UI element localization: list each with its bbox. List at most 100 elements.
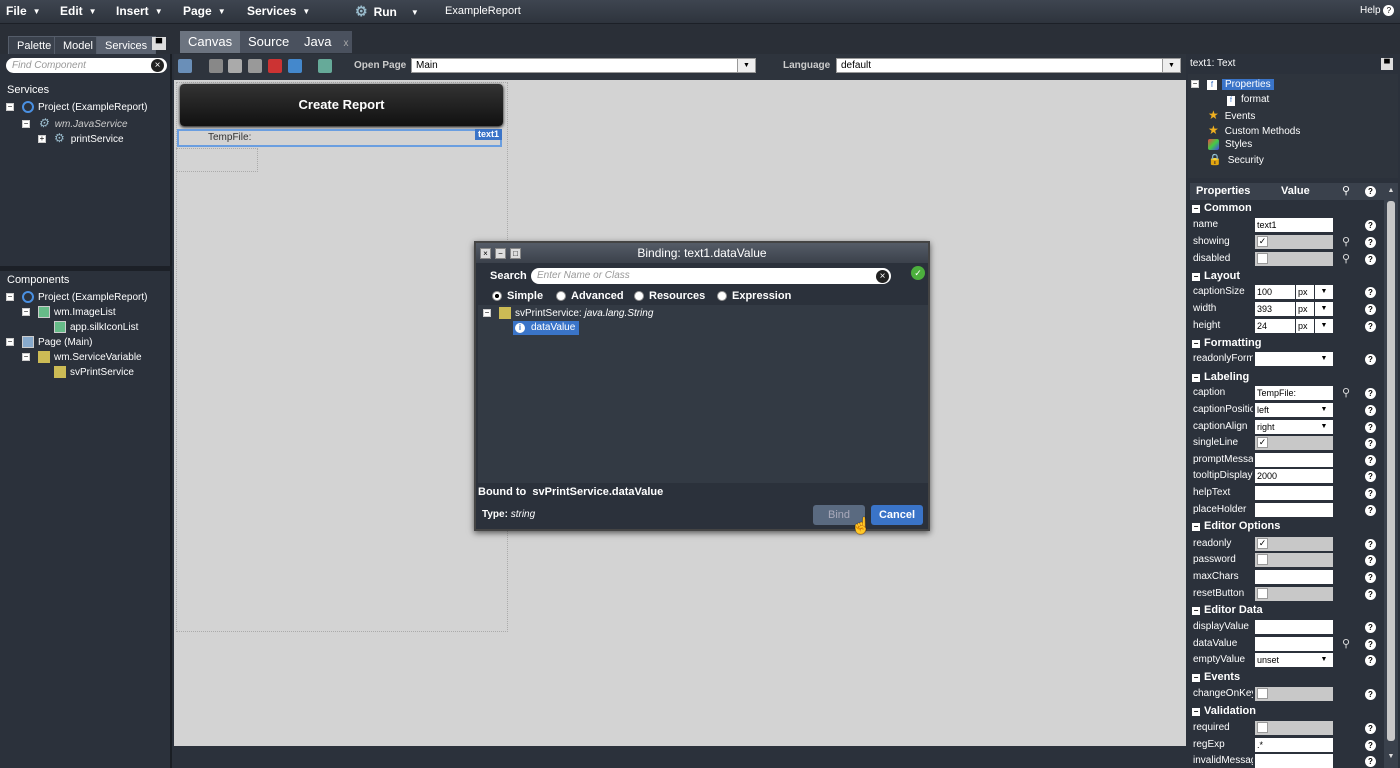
inspector-item-security[interactable]: 🔒 Security [1208,154,1264,167]
reset-button-checkbox[interactable] [1257,588,1268,599]
scroll-down-icon[interactable]: ▼ [1386,753,1396,763]
showing-checkbox[interactable]: ✓ [1257,236,1268,247]
help-icon[interactable]: ? [1365,488,1376,499]
collapse-icon[interactable]: − [22,353,30,362]
tree-item[interactable]: − wm.ServiceVariable [22,351,142,365]
collapse-icon[interactable]: − [22,308,30,317]
group-events[interactable]: − Events [1190,669,1358,685]
binding-tree[interactable]: − svPrintService: java.lang.String i dataV… [478,305,928,483]
mode-simple[interactable]: Simple [492,290,543,302]
help-icon[interactable]: ? [1365,740,1376,751]
tree-item[interactable]: + ⚙ printService [38,131,124,147]
binding-icon[interactable]: ⚲ [1339,235,1353,249]
delete-icon[interactable] [268,59,282,73]
collapse-icon[interactable]: − [483,309,491,318]
find-component-input[interactable]: Find Component [6,58,167,73]
tree-item[interactable]: − wm.ImageList [22,306,116,320]
display-value-field[interactable] [1255,620,1333,634]
help-icon[interactable]: ? [1365,471,1376,482]
caption-size-field[interactable]: 100 [1255,285,1295,299]
readonly-checkbox[interactable]: ✓ [1257,538,1268,549]
chevron-down-icon[interactable]: ▼ [1315,302,1333,316]
help-menu[interactable]: Help ? [1360,0,1395,24]
group-common[interactable]: − Common [1190,200,1358,216]
scrollbar-thumb[interactable] [1387,201,1395,741]
binding-icon[interactable]: ⚲ [1339,252,1353,266]
cut-icon[interactable] [209,59,223,73]
help-text-field[interactable] [1255,486,1333,500]
undo-icon[interactable] [288,59,302,73]
tree-item[interactable]: svPrintService [54,366,134,380]
help-icon[interactable]: ? [1365,304,1376,315]
menu-services[interactable]: Services ▼ [247,0,310,24]
menu-insert[interactable]: Insert ▼ [116,0,163,24]
help-icon[interactable]: ? [1365,186,1376,197]
binding-icon[interactable]: ⚲ [1339,386,1353,400]
help-icon[interactable]: ? [1365,405,1376,416]
password-checkbox[interactable] [1257,554,1268,565]
collapse-icon[interactable]: − [22,120,30,129]
paste-icon[interactable] [248,59,262,73]
single-line-checkbox[interactable]: ✓ [1257,437,1268,448]
scroll-up-icon[interactable]: ▲ [1386,187,1396,197]
mode-expression[interactable]: Expression [717,290,791,302]
height-field[interactable]: 24 [1255,319,1295,333]
collapse-icon[interactable]: − [1191,80,1199,89]
close-icon[interactable]: x [343,38,348,49]
tree-item[interactable]: − Project (ExampleReport) [6,101,147,115]
required-checkbox[interactable] [1257,722,1268,733]
help-icon[interactable]: ? [1365,639,1376,650]
help-icon[interactable]: ? [1365,220,1376,231]
properties-scrollbar[interactable]: ▲ ▼ [1384,183,1398,768]
collapse-icon[interactable]: − [6,293,14,302]
caption-field[interactable]: TempFile: [1255,386,1333,400]
unit-field[interactable]: px [1296,302,1314,316]
group-layout[interactable]: − Layout [1190,268,1358,284]
clear-search-icon[interactable]: × [876,270,889,283]
chevron-down-icon[interactable]: ▼ [1315,653,1333,667]
mode-resources[interactable]: Resources [634,290,705,302]
tab-model[interactable]: Model [54,36,102,56]
tree-item[interactable]: − ⚙ wm.JavaService [22,116,128,132]
tooltip-display-time-field[interactable]: 2000 [1255,469,1333,483]
text1-field[interactable]: TempFile: text1 [177,129,503,147]
minimize-icon[interactable]: − [495,248,506,259]
help-icon[interactable]: ? [1365,237,1376,248]
help-icon[interactable]: ? [1365,438,1376,449]
copy-icon[interactable] [228,59,242,73]
help-icon[interactable]: ? [1365,723,1376,734]
inspector-item-properties[interactable]: − f Properties [1191,79,1274,91]
binding-search-input[interactable]: Enter Name or Class [531,268,891,284]
language-select[interactable]: default ▼ [836,58,1181,73]
chevron-down-icon[interactable]: ▼ [1315,420,1333,434]
help-icon[interactable]: ? [1365,572,1376,583]
group-validation[interactable]: − Validation [1190,703,1358,719]
tab-java[interactable]: Java x [296,31,352,53]
help-icon[interactable]: ? [1365,689,1376,700]
help-icon[interactable]: ? [1365,756,1376,767]
help-icon[interactable]: ? [1365,422,1376,433]
collapse-panel-icon[interactable]: ▀ [152,37,166,50]
panel-splitter[interactable] [0,266,172,271]
collapse-panel-icon[interactable]: ▀ [1381,58,1393,70]
collapse-icon[interactable]: − [6,103,14,112]
tree-item[interactable]: − Project (ExampleReport) [6,291,147,305]
group-editor-data[interactable]: − Editor Data [1190,602,1358,618]
mode-advanced[interactable]: Advanced [556,290,624,302]
inspector-item-events[interactable]: ★ Events [1208,109,1255,123]
chevron-down-icon[interactable]: ▼ [1315,285,1333,299]
tree-item[interactable]: − Page (Main) [6,336,92,350]
inspector-item-format[interactable]: f format [1227,94,1269,106]
group-formatting[interactable]: − Formatting [1190,335,1358,351]
run-button[interactable]: ⚙ Run ▼ [355,0,419,24]
chevron-down-icon[interactable]: ▼ [1315,352,1333,366]
tree-icon[interactable] [318,59,332,73]
inspector-item-custom-methods[interactable]: ★ Custom Methods [1208,124,1300,138]
close-icon[interactable]: × [480,248,491,259]
tree-item[interactable]: − svPrintService: java.lang.String [483,307,653,321]
change-on-key-checkbox[interactable] [1257,688,1268,699]
save-icon[interactable] [178,59,192,73]
inspector-item-styles[interactable]: Styles [1208,139,1252,151]
help-icon[interactable]: ? [1365,555,1376,566]
chevron-down-icon[interactable]: ▼ [1315,403,1333,417]
